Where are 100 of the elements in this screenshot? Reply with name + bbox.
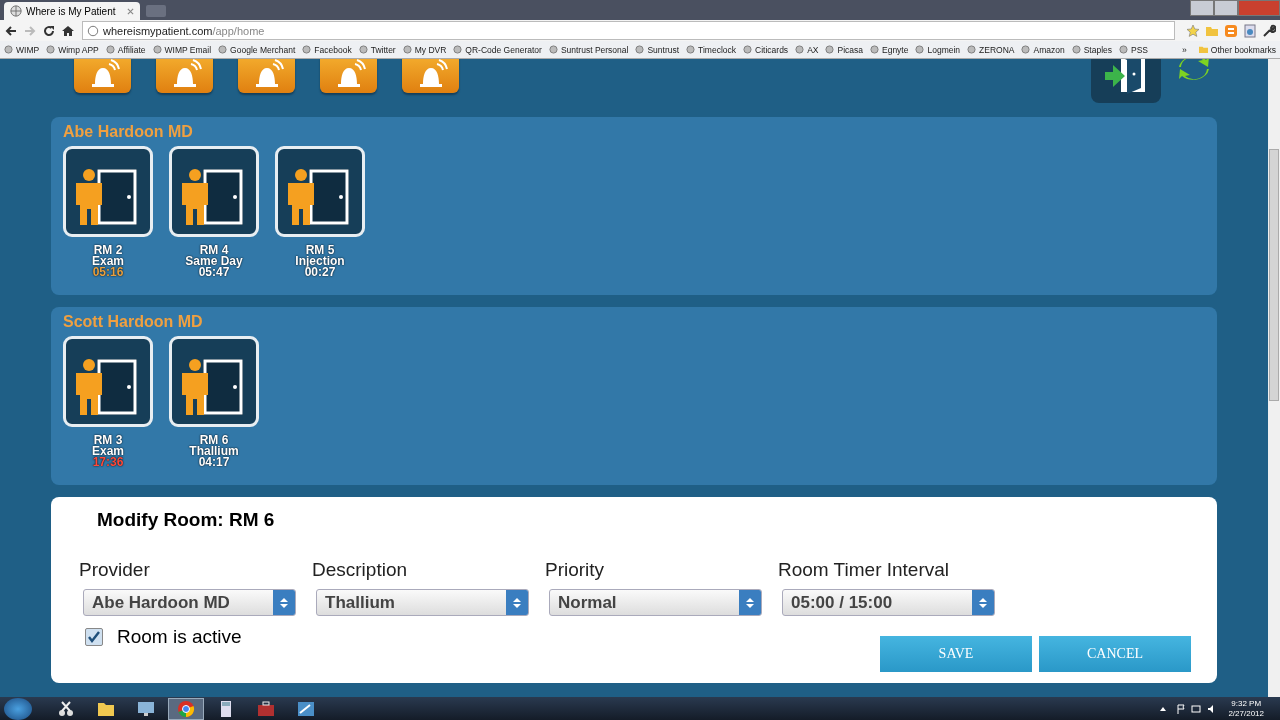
star-icon[interactable]	[1186, 23, 1200, 38]
room-number: RM 4	[199, 245, 229, 256]
globe-icon	[743, 45, 753, 54]
select-field[interactable]: Normal	[549, 589, 762, 616]
room-button[interactable]	[275, 146, 365, 237]
room-timer: 05:47	[198, 267, 230, 278]
chrome-app-icon[interactable]	[168, 697, 204, 720]
bookmark[interactable]: Suntrust	[635, 44, 680, 55]
alert-bell-button[interactable]	[402, 59, 459, 93]
globe-icon	[915, 45, 925, 54]
room-description: Exam	[92, 256, 124, 267]
bookmark[interactable]: Google Merchant	[218, 44, 296, 55]
scrollbar[interactable]	[1268, 59, 1280, 697]
extension-icon[interactable]	[1243, 23, 1257, 38]
spinner-arrows-icon[interactable]	[506, 590, 528, 615]
active-checkbox[interactable]	[85, 628, 103, 646]
globe-icon	[152, 45, 162, 54]
tab-title: Where is My Patient	[26, 5, 117, 17]
globe-icon	[46, 45, 56, 54]
wrench-icon[interactable]	[1262, 23, 1276, 38]
globe-icon	[870, 45, 879, 54]
modify-room-title: Modify Room: RM 6	[97, 509, 276, 531]
more-bookmarks-button[interactable]: »	[1182, 44, 1187, 55]
bookmark[interactable]: Egnyte	[870, 44, 909, 55]
bookmark[interactable]: QR-Code Generator	[453, 44, 542, 55]
room-number: RM 3	[93, 435, 123, 446]
refresh-icon[interactable]	[1177, 59, 1211, 83]
clock-date: 2/27/2012	[1228, 708, 1264, 719]
reload-icon[interactable]	[42, 23, 56, 38]
bookmark[interactable]: Timeclock	[686, 44, 737, 55]
room-number: RM 6	[199, 435, 229, 446]
minimize-button[interactable]	[1190, 0, 1214, 16]
spinner-arrows-icon[interactable]	[972, 590, 994, 615]
bookmark[interactable]: Logmein	[915, 44, 961, 55]
room-timer: 05:16	[92, 267, 124, 278]
alert-bell-button[interactable]	[74, 59, 131, 93]
alert-bell-button[interactable]	[238, 59, 295, 93]
bookmark[interactable]: Facebook	[302, 44, 352, 55]
taskbar-clock[interactable]: 9:32 PM 2/27/2012	[1228, 698, 1264, 719]
alert-bell-button[interactable]	[156, 59, 213, 93]
globe-icon	[1021, 45, 1031, 54]
globe-icon	[453, 45, 463, 54]
room-button[interactable]	[169, 336, 259, 427]
start-button[interactable]	[4, 697, 32, 720]
globe-icon	[635, 45, 645, 54]
select-field[interactable]: Abe Hardoon MD	[83, 589, 296, 616]
active-label: Room is active	[117, 626, 242, 648]
room-timer: 17:36	[92, 457, 124, 468]
bookmark[interactable]: Staples	[1071, 44, 1113, 55]
globe-icon	[402, 45, 412, 54]
globe-icon	[967, 45, 977, 54]
bookmark[interactable]: Affiliate	[105, 44, 146, 55]
page-icon	[87, 24, 99, 37]
bookmark[interactable]: WIMP	[4, 44, 40, 55]
address-bar[interactable]: whereismypatient.com/app/home	[82, 21, 1175, 40]
room-timer: 00:27	[304, 267, 336, 278]
bookmark[interactable]: Wimp APP	[46, 44, 99, 55]
globe-icon	[825, 45, 835, 54]
folder-icon	[1198, 45, 1208, 54]
bookmark[interactable]: Twitter	[358, 44, 396, 55]
bookmark[interactable]: My DVR	[402, 44, 447, 55]
field-label: Description	[312, 559, 409, 581]
clock-time: 9:32 PM	[1231, 698, 1262, 709]
room-button[interactable]	[169, 146, 259, 237]
close-icon[interactable]	[127, 7, 134, 15]
globe-icon	[302, 45, 312, 54]
room-number: RM 2	[93, 245, 123, 256]
home-icon[interactable]	[61, 23, 75, 38]
globe-icon	[1071, 45, 1081, 54]
room-button[interactable]	[63, 146, 153, 237]
globe-icon	[795, 45, 805, 54]
room-description: Injection	[295, 256, 345, 267]
back-icon[interactable]	[4, 23, 18, 38]
alert-bell-button[interactable]	[320, 59, 377, 93]
bookmark[interactable]: Suntrust Personal	[548, 44, 629, 55]
field-label: Room Timer Interval	[778, 559, 951, 581]
globe-icon	[218, 45, 228, 54]
spinner-arrows-icon[interactable]	[739, 590, 761, 615]
room-number: RM 5	[305, 245, 335, 256]
room-button[interactable]	[63, 336, 153, 427]
select-field[interactable]: Thallium	[316, 589, 529, 616]
browser-tab[interactable]: Where is My Patient	[4, 2, 140, 20]
exit-button[interactable]	[1091, 59, 1161, 103]
room-description: Same Day	[185, 256, 243, 267]
bookmark[interactable]: AX	[795, 44, 819, 55]
select-field[interactable]: 05:00 / 15:00	[782, 589, 995, 616]
bookmark[interactable]: Amazon	[1021, 44, 1065, 55]
blogger-icon[interactable]	[1224, 23, 1238, 38]
globe-icon	[4, 45, 13, 54]
globe-icon	[548, 45, 558, 54]
bookmark[interactable]: Citicards	[743, 44, 789, 55]
globe-icon	[1119, 45, 1129, 54]
field-label: Provider	[79, 559, 151, 581]
other-bookmarks-button[interactable]: Other bookmarks	[1198, 44, 1276, 55]
bookmark[interactable]: PSS	[1119, 44, 1149, 55]
maximize-button[interactable]	[1214, 0, 1238, 16]
bookmark[interactable]: WIMP Email	[152, 44, 212, 55]
bookmark[interactable]: Picasa	[825, 44, 863, 55]
bookmark[interactable]: ZERONA	[967, 44, 1015, 55]
spinner-arrows-icon[interactable]	[273, 590, 295, 615]
